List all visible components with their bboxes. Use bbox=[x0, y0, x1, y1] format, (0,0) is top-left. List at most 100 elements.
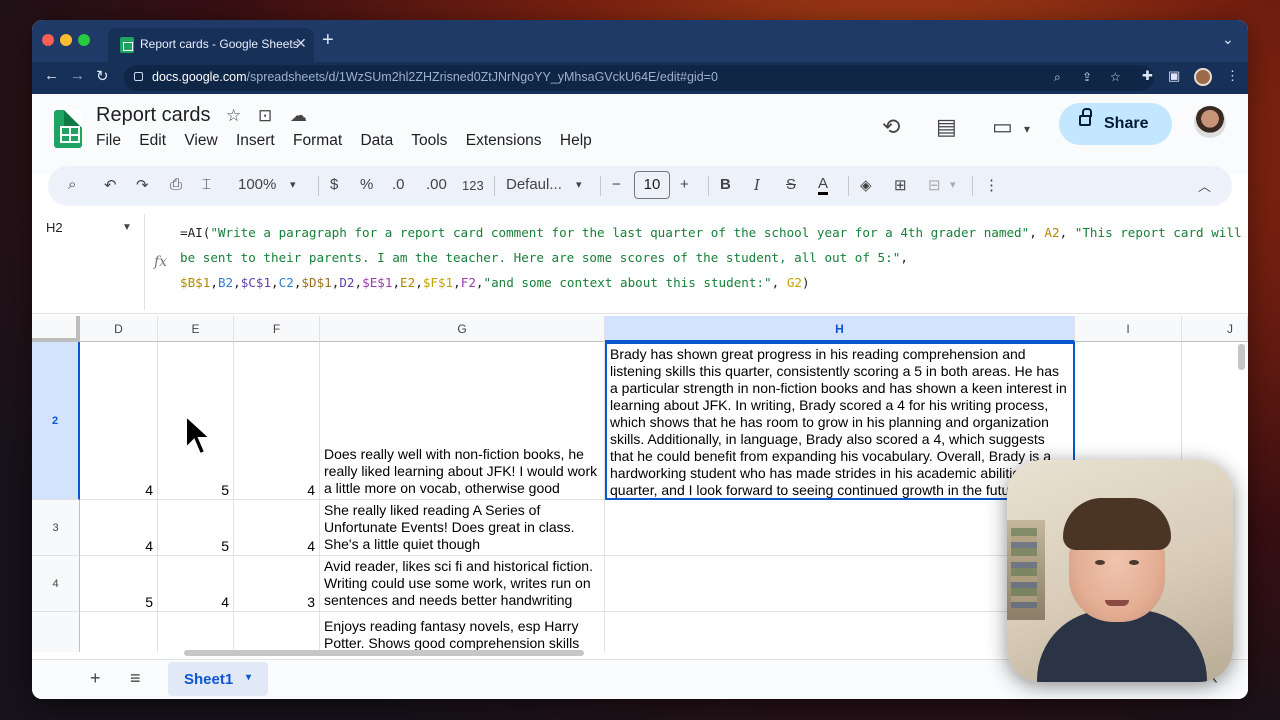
percent-format-button[interactable]: % bbox=[360, 176, 373, 193]
cell-g2[interactable]: Does really well with non-fiction books,… bbox=[320, 342, 605, 500]
row-header-3[interactable]: 3 bbox=[32, 500, 80, 556]
profile-avatar[interactable] bbox=[1194, 68, 1212, 86]
sheets-logo-icon[interactable] bbox=[54, 110, 82, 148]
menu-tools[interactable]: Tools bbox=[411, 132, 447, 149]
cell-d4[interactable]: 5 bbox=[80, 556, 158, 612]
sheet-tab-dropdown-icon[interactable]: ▾ bbox=[246, 672, 251, 683]
cell-f3[interactable]: 4 bbox=[234, 500, 320, 556]
italic-button[interactable]: I bbox=[754, 176, 760, 194]
zoom-icon[interactable]: ⌕ bbox=[1054, 70, 1061, 85]
text-color-button[interactable]: A bbox=[818, 176, 829, 195]
font-select[interactable]: Defaul... bbox=[506, 176, 562, 193]
cell-h2-selected[interactable]: Brady has shown great progress in his re… bbox=[605, 342, 1075, 500]
meet-icon[interactable]: ▭ bbox=[992, 114, 1013, 140]
star-icon[interactable]: ☆ bbox=[226, 106, 241, 126]
font-size-input[interactable]: 10 bbox=[634, 171, 670, 199]
column-header-e[interactable]: E bbox=[158, 316, 234, 342]
share-page-icon[interactable]: ⇪ bbox=[1082, 70, 1092, 84]
merge-dropdown-icon[interactable]: ▾ bbox=[950, 178, 956, 191]
vertical-scrollbar[interactable] bbox=[1238, 344, 1245, 370]
cell-h3[interactable] bbox=[605, 500, 1075, 556]
cell-h5[interactable] bbox=[605, 612, 1075, 652]
font-dropdown-icon[interactable]: ▾ bbox=[576, 178, 582, 191]
column-header-j[interactable]: J bbox=[1182, 316, 1248, 342]
new-tab-icon[interactable]: + bbox=[322, 29, 334, 52]
address-bar[interactable]: docs.google.com/spreadsheets/d/1WzSUm2hl… bbox=[124, 65, 1154, 91]
cell-e5[interactable] bbox=[158, 612, 234, 652]
paint-format-icon[interactable]: ⌶ bbox=[202, 176, 211, 193]
name-box[interactable]: H2 bbox=[46, 220, 63, 235]
zoom-select[interactable]: 100% bbox=[238, 176, 276, 193]
currency-format-button[interactable]: $ bbox=[330, 176, 338, 193]
all-sheets-icon[interactable]: ≡ bbox=[130, 668, 141, 689]
cell-g5[interactable]: Enjoys reading fantasy novels, esp Harry… bbox=[320, 612, 605, 652]
column-header-d[interactable]: D bbox=[80, 316, 158, 342]
select-all-corner[interactable] bbox=[32, 316, 80, 342]
bold-button[interactable]: B bbox=[720, 176, 731, 193]
cell-f5[interactable] bbox=[234, 612, 320, 652]
cell-d2[interactable]: 4 bbox=[80, 342, 158, 500]
minimize-window-button[interactable] bbox=[60, 34, 72, 46]
more-tools-icon[interactable]: ⋮ bbox=[984, 176, 999, 194]
decrease-decimal-button[interactable]: .0 bbox=[392, 176, 405, 193]
menu-insert[interactable]: Insert bbox=[236, 132, 275, 149]
print-icon[interactable]: ⎙ bbox=[170, 176, 182, 193]
borders-icon[interactable]: ⊞ bbox=[894, 176, 907, 194]
add-sheet-icon[interactable]: + bbox=[90, 668, 101, 689]
increase-font-size-button[interactable]: + bbox=[680, 176, 689, 193]
move-folder-icon[interactable]: ⊡ bbox=[258, 106, 272, 126]
number-format-button[interactable]: 123 bbox=[462, 178, 484, 193]
menu-help[interactable]: Help bbox=[560, 132, 592, 149]
bookmark-star-icon[interactable]: ☆ bbox=[1110, 70, 1121, 84]
comments-icon[interactable]: ▤ bbox=[936, 114, 957, 140]
collapse-menus-icon[interactable]: ︿ bbox=[1198, 176, 1211, 195]
undo-icon[interactable]: ↶ bbox=[104, 176, 117, 194]
extensions-icon[interactable]: ✚ bbox=[1142, 68, 1153, 84]
cell-d3[interactable]: 4 bbox=[80, 500, 158, 556]
close-window-button[interactable] bbox=[42, 34, 54, 46]
formula-input[interactable]: =AI("Write a paragraph for a report card… bbox=[180, 220, 1246, 295]
cell-g3[interactable]: She really liked reading A Series of Unf… bbox=[320, 500, 605, 556]
cell-e4[interactable]: 4 bbox=[158, 556, 234, 612]
back-icon[interactable]: ← bbox=[44, 67, 59, 84]
strikethrough-button[interactable]: S bbox=[786, 176, 796, 193]
menu-view[interactable]: View bbox=[184, 132, 217, 149]
decrease-font-size-button[interactable]: − bbox=[612, 176, 621, 193]
row-header-5[interactable] bbox=[32, 612, 80, 652]
column-header-g[interactable]: G bbox=[320, 316, 605, 342]
horizontal-scrollbar[interactable] bbox=[184, 650, 584, 656]
sheet-tab-sheet1[interactable]: Sheet1 ▾ bbox=[168, 662, 268, 696]
maximize-window-button[interactable] bbox=[78, 34, 90, 46]
row-header-4[interactable]: 4 bbox=[32, 556, 80, 612]
increase-decimal-button[interactable]: .00 bbox=[426, 176, 447, 193]
share-button[interactable]: Share bbox=[1059, 103, 1172, 145]
meet-dropdown-icon[interactable]: ▾ bbox=[1024, 122, 1030, 136]
forward-icon[interactable]: → bbox=[70, 67, 85, 84]
fill-color-icon[interactable]: ◈ bbox=[860, 176, 872, 194]
row-header-2[interactable]: 2 bbox=[32, 342, 80, 500]
site-info-icon[interactable] bbox=[134, 72, 143, 81]
merge-cells-icon[interactable]: ⊟ bbox=[928, 176, 941, 194]
sidepanel-icon[interactable]: ▣ bbox=[1168, 68, 1180, 84]
menu-data[interactable]: Data bbox=[360, 132, 393, 149]
search-menus-icon[interactable]: ⌕ bbox=[68, 176, 76, 193]
browser-tab[interactable]: Report cards - Google Sheets ✕ bbox=[108, 28, 314, 62]
zoom-dropdown-icon[interactable]: ▾ bbox=[290, 178, 296, 191]
column-header-f[interactable]: F bbox=[234, 316, 320, 342]
column-header-h[interactable]: H bbox=[605, 316, 1075, 342]
cell-h4[interactable] bbox=[605, 556, 1075, 612]
menu-format[interactable]: Format bbox=[293, 132, 342, 149]
cell-d5[interactable] bbox=[80, 612, 158, 652]
name-box-dropdown-icon[interactable]: ▼ bbox=[122, 222, 132, 233]
document-title[interactable]: Report cards bbox=[96, 104, 211, 127]
cell-g4[interactable]: Avid reader, likes sci fi and historical… bbox=[320, 556, 605, 612]
browser-menu-icon[interactable]: ⋮ bbox=[1226, 68, 1239, 84]
version-history-icon[interactable]: ⟲ bbox=[882, 114, 900, 140]
cell-f4[interactable]: 3 bbox=[234, 556, 320, 612]
cloud-status-icon[interactable]: ☁ bbox=[290, 106, 307, 126]
account-avatar[interactable] bbox=[1194, 106, 1226, 138]
cell-f2[interactable]: 4 bbox=[234, 342, 320, 500]
column-header-i[interactable]: I bbox=[1075, 316, 1182, 342]
reload-icon[interactable]: ↻ bbox=[96, 67, 109, 85]
menu-file[interactable]: File bbox=[96, 132, 121, 149]
